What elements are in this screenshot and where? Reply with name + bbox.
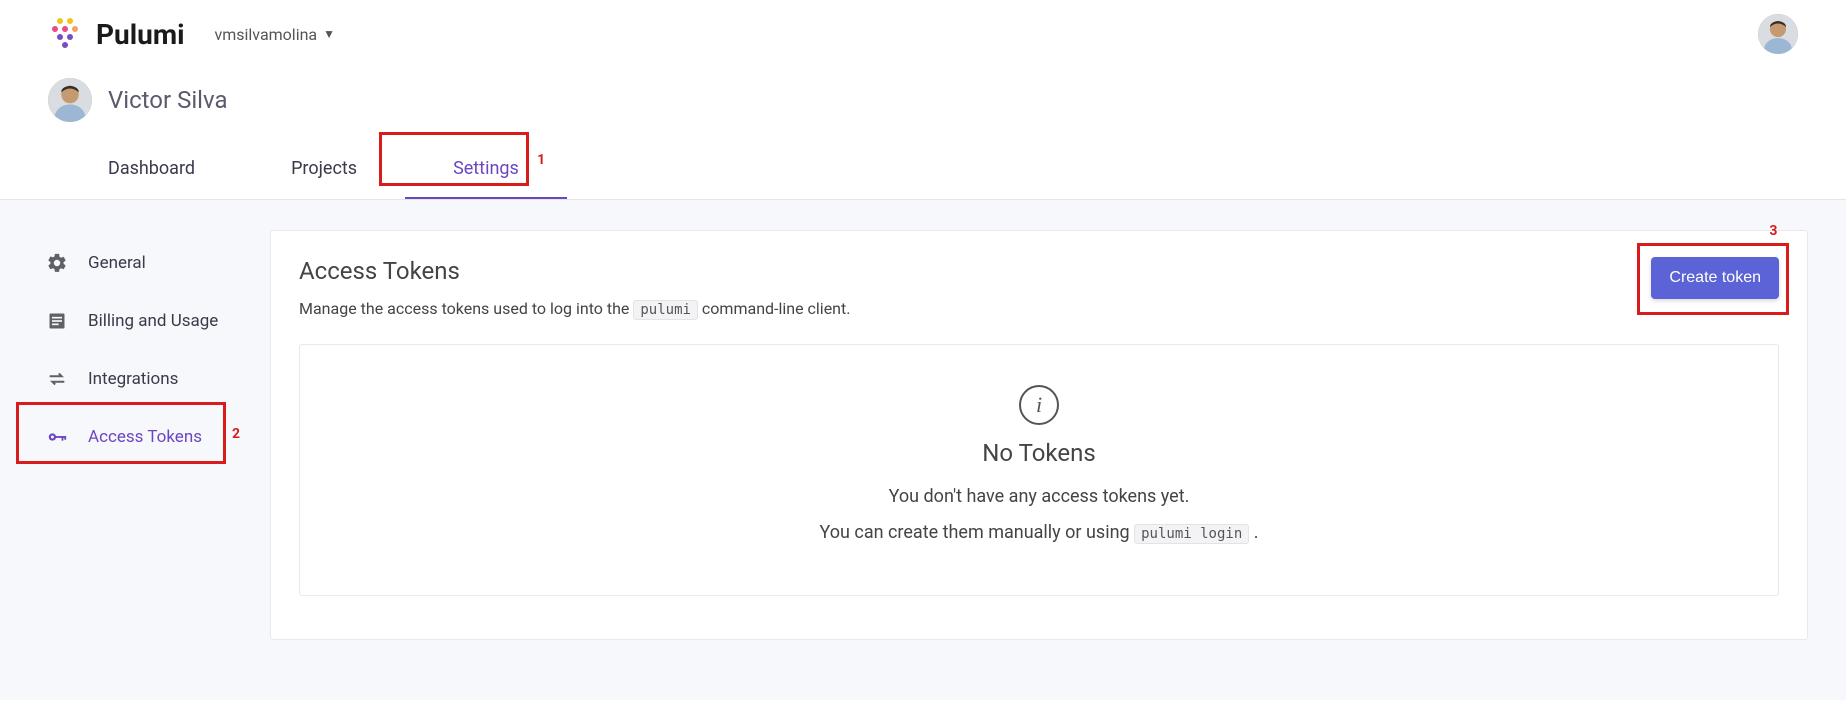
- panel-header: Access Tokens Manage the access tokens u…: [299, 257, 1779, 318]
- create-token-button[interactable]: Create token: [1651, 257, 1779, 299]
- avatar-icon: [1758, 14, 1798, 54]
- tab-dashboard[interactable]: Dashboard: [60, 140, 243, 199]
- tab-label: Dashboard: [108, 158, 195, 179]
- empty-state: i No Tokens You don't have any access to…: [299, 344, 1779, 596]
- sidebar-item-label: Integrations: [88, 369, 178, 389]
- empty-heading: No Tokens: [320, 439, 1758, 467]
- gear-icon: [46, 252, 68, 274]
- tabs: Dashboard Projects Settings 1: [0, 140, 1846, 200]
- pulumi-logo-icon: [48, 14, 84, 54]
- user-bar: Victor Silva: [0, 68, 1846, 140]
- panel-title: Access Tokens: [299, 257, 850, 285]
- panel-desc-pre: Manage the access tokens used to log int…: [299, 299, 633, 318]
- sidebar-item-label: General: [88, 253, 146, 273]
- tab-label: Settings: [453, 158, 519, 179]
- caret-down-icon: ▼: [323, 27, 335, 41]
- annotation-number-2: 2: [232, 426, 240, 442]
- sidebar-item-general[interactable]: General: [30, 234, 270, 292]
- avatar-icon: [48, 78, 92, 122]
- content-area: General Billing and Usage Integrations A…: [0, 200, 1846, 700]
- empty-line2-pre: You can create them manually or using: [820, 522, 1135, 543]
- tab-projects[interactable]: Projects: [243, 140, 405, 199]
- sidebar-item-access-tokens[interactable]: Access Tokens 2: [30, 408, 270, 466]
- panel-desc-code: pulumi: [633, 300, 698, 320]
- panel-description: Manage the access tokens used to log int…: [299, 299, 850, 318]
- user-avatar-large: [48, 78, 92, 122]
- tab-settings[interactable]: Settings 1: [405, 140, 567, 199]
- brand-name: Pulumi: [96, 18, 184, 51]
- user-avatar-menu[interactable]: [1758, 14, 1798, 54]
- user-display-name: Victor Silva: [108, 86, 228, 114]
- tab-label: Projects: [291, 158, 357, 179]
- brand[interactable]: Pulumi: [48, 14, 184, 54]
- empty-line2-post: .: [1249, 522, 1258, 543]
- top-bar-left: Pulumi vmsilvamolina ▼: [48, 14, 335, 54]
- info-icon: i: [1019, 385, 1059, 425]
- annotation-number-1: 1: [537, 152, 545, 168]
- access-tokens-panel: Access Tokens Manage the access tokens u…: [270, 230, 1808, 640]
- panel-header-text: Access Tokens Manage the access tokens u…: [299, 257, 850, 318]
- swap-icon: [46, 368, 68, 390]
- annotation-number-3: 3: [1769, 223, 1777, 239]
- sidebar-item-label: Billing and Usage: [88, 311, 218, 331]
- key-icon: [46, 426, 68, 448]
- sidebar-item-integrations[interactable]: Integrations: [30, 350, 270, 408]
- panel-desc-post: command-line client.: [698, 299, 851, 318]
- empty-line2-code: pulumi login: [1134, 524, 1249, 544]
- org-picker-label: vmsilvamolina: [214, 25, 317, 44]
- sidebar-item-label: Access Tokens: [88, 427, 202, 447]
- empty-line-1: You don't have any access tokens yet.: [320, 479, 1758, 515]
- top-bar: Pulumi vmsilvamolina ▼: [0, 0, 1846, 68]
- sidebar-item-billing[interactable]: Billing and Usage: [30, 292, 270, 350]
- empty-body: You don't have any access tokens yet. Yo…: [320, 479, 1758, 551]
- empty-line-2: You can create them manually or using pu…: [320, 515, 1758, 551]
- list-icon: [46, 310, 68, 332]
- create-token-wrap: Create token 3: [1651, 257, 1779, 299]
- org-picker[interactable]: vmsilvamolina ▼: [214, 25, 335, 44]
- settings-sidebar: General Billing and Usage Integrations A…: [30, 230, 270, 640]
